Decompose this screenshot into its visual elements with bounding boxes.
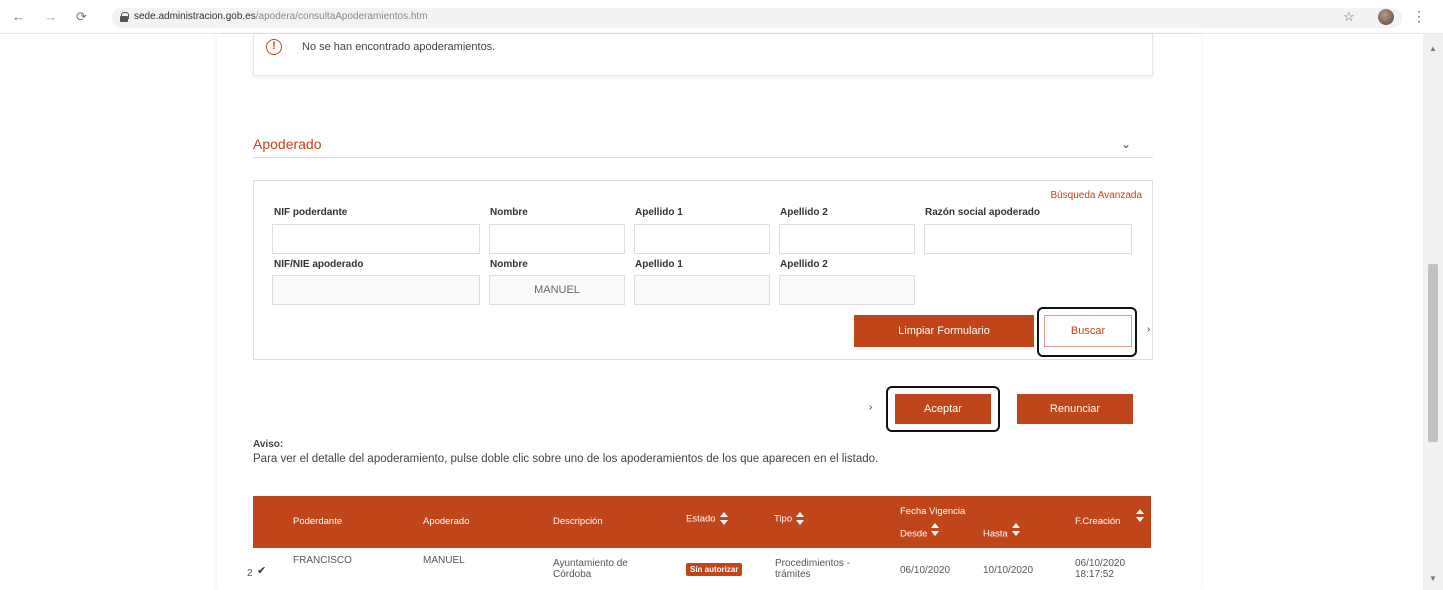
th-descripcion[interactable]: Descripción: [553, 516, 603, 527]
nif-poderdante-input[interactable]: [272, 224, 480, 254]
forward-icon[interactable]: →: [44, 9, 57, 25]
apellido1-apoderado-input[interactable]: [634, 275, 770, 305]
th-fecha-vigencia: Fecha Vigencia: [900, 506, 966, 517]
browser-menu-icon[interactable]: ⋮: [1412, 8, 1426, 25]
sort-hasta-icon[interactable]: [1011, 523, 1020, 537]
clear-form-button[interactable]: Limpiar Formulario: [854, 315, 1034, 347]
accept-button[interactable]: Aceptar: [895, 394, 991, 424]
advanced-search-link[interactable]: Búsqueda Avanzada: [1050, 190, 1142, 201]
sort-creacion-icon[interactable]: [1136, 509, 1144, 523]
apellido2-poderdante-input[interactable]: [779, 224, 915, 254]
info-icon: !: [266, 39, 282, 55]
sort-desde-icon[interactable]: [931, 523, 940, 537]
th-desde[interactable]: Desde: [900, 523, 940, 541]
renounce-button[interactable]: Renunciar: [1017, 394, 1133, 424]
label-razon-social: Razón social apoderado: [925, 207, 1041, 218]
label-apellido1-2: Apellido 1: [635, 259, 683, 270]
page-scrollbar[interactable]: ▲ ▼: [1423, 34, 1443, 590]
th-estado-label: Estado: [686, 513, 716, 525]
row-index: 2: [247, 568, 253, 579]
lock-icon: [120, 12, 129, 22]
razon-social-input[interactable]: [924, 224, 1132, 254]
table-row[interactable]: 2 ✔ FRANCISCO MANUEL Ayuntamiento de Cór…: [247, 548, 1151, 590]
status-badge: Sin autorizar: [686, 563, 743, 576]
apellido1-poderdante-input[interactable]: [634, 224, 770, 254]
nombre-apoderado-input[interactable]: [489, 275, 625, 305]
address-bar[interactable]: sede.administracion.gob.es/apodera/consu…: [112, 8, 1402, 28]
section-divider: [253, 157, 1153, 158]
scroll-thumb[interactable]: [1428, 264, 1438, 442]
no-results-notice: ! No se han encontrado apoderamientos.: [253, 34, 1153, 76]
notice-text: No se han encontrado apoderamientos.: [302, 41, 496, 53]
cell-hasta: 10/10/2020: [983, 565, 1034, 576]
label-nombre-1: Nombre: [490, 207, 528, 218]
profile-avatar[interactable]: [1378, 9, 1394, 25]
th-desde-label: Desde: [900, 528, 928, 540]
cell-desde: 06/10/2020: [900, 565, 951, 576]
th-estado[interactable]: Estado: [686, 512, 728, 526]
aviso-text: Para ver el detalle del apoderamiento, p…: [253, 453, 879, 465]
browser-toolbar: ← → ⟳ sede.administracion.gob.es/apodera…: [0, 0, 1443, 34]
cell-poderdante: FRANCISCO: [293, 555, 352, 566]
label-apellido1-1: Apellido 1: [635, 207, 683, 218]
chevron-down-icon[interactable]: ⌄: [1121, 137, 1131, 151]
label-apellido2-1: Apellido 2: [780, 207, 828, 218]
back-icon[interactable]: ←: [12, 9, 25, 25]
url-host: sede.administracion.gob.es: [134, 11, 256, 22]
th-tipo-label: Tipo: [774, 513, 793, 525]
apellido2-apoderado-input[interactable]: [779, 275, 915, 305]
scroll-down-icon[interactable]: ▼: [1429, 574, 1437, 583]
scroll-up-icon[interactable]: ▲: [1429, 44, 1437, 53]
th-tipo[interactable]: Tipo: [774, 512, 805, 526]
nif-apoderado-input[interactable]: [272, 275, 480, 305]
label-nif-apoderado: NIF/NIE apoderado: [274, 259, 364, 270]
sort-estado-icon[interactable]: [719, 512, 728, 526]
arrow-marker: ›: [1147, 324, 1151, 335]
cell-creacion: 06/10/2020 18:17:52: [1075, 558, 1126, 580]
url-text: sede.administracion.gob.es/apodera/consu…: [134, 11, 428, 22]
cell-apoderado: MANUEL: [423, 555, 465, 566]
aviso-title: Aviso:: [253, 439, 284, 450]
label-nif-poderdante: NIF poderdante: [274, 207, 348, 218]
bookmark-star-icon[interactable]: ☆: [1343, 9, 1355, 25]
table-header: Poderdante Apoderado Descripción Estado …: [253, 496, 1151, 548]
row-check-icon[interactable]: ✔: [257, 566, 266, 577]
cell-tipo: Procedimientos - trámites: [775, 558, 851, 580]
th-poderdante[interactable]: Poderdante: [293, 516, 342, 527]
section-title-apoderado[interactable]: Apoderado: [253, 136, 322, 152]
search-form: Búsqueda Avanzada NIF poderdante Nombre …: [253, 180, 1153, 360]
label-apellido2-2: Apellido 2: [780, 259, 828, 270]
cell-descripcion: Ayuntamiento de Córdoba: [553, 558, 628, 580]
search-button[interactable]: Buscar: [1044, 315, 1132, 347]
url-path: /apodera/consultaApoderamientos.htm: [255, 11, 428, 22]
th-hasta[interactable]: Hasta: [983, 523, 1020, 541]
label-nombre-2: Nombre: [490, 259, 528, 270]
main-content: ! No se han encontrado apoderamientos. A…: [217, 34, 1201, 590]
nombre-poderdante-input[interactable]: [489, 224, 625, 254]
th-creacion[interactable]: F.Creación: [1075, 516, 1120, 527]
reload-icon[interactable]: ⟳: [76, 9, 87, 25]
sort-tipo-icon[interactable]: [796, 512, 805, 526]
th-apoderado[interactable]: Apoderado: [423, 516, 469, 527]
th-hasta-label: Hasta: [983, 528, 1008, 540]
arrow-marker-accept: ›: [869, 402, 873, 413]
